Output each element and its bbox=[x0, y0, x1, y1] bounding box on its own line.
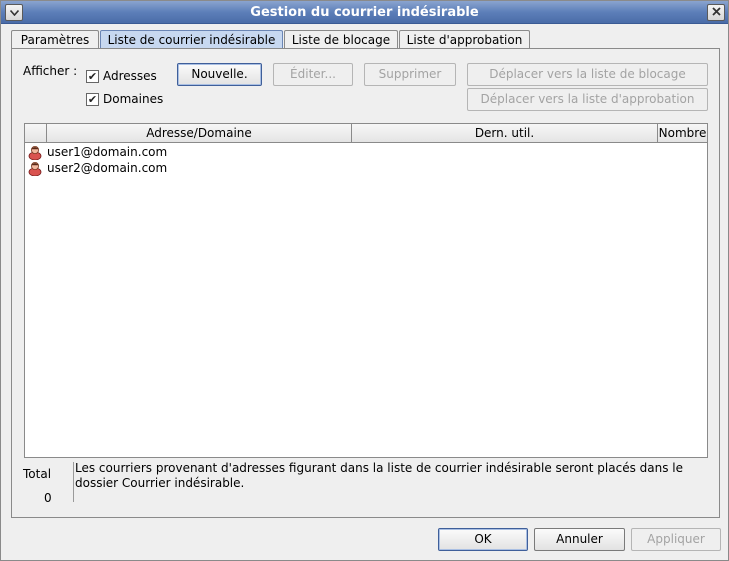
person-icon bbox=[27, 160, 43, 177]
column-header-address[interactable]: Adresse/Domaine bbox=[47, 124, 352, 143]
close-button[interactable] bbox=[707, 4, 725, 21]
tab-junk-list[interactable]: Liste de courrier indésirable bbox=[100, 30, 283, 49]
total-label: Total bbox=[23, 467, 52, 481]
tab-parametres[interactable]: Paramètres bbox=[11, 30, 99, 49]
junk-mail-window: Gestion du courrier indésirable Paramètr… bbox=[0, 0, 729, 561]
close-icon bbox=[711, 7, 721, 18]
tab-block-list[interactable]: Liste de blocage bbox=[284, 30, 398, 49]
table-row[interactable]: user2@domain.com bbox=[27, 160, 168, 177]
tab-approval-list[interactable]: Liste d'approbation bbox=[399, 30, 530, 49]
total-value: 0 bbox=[44, 491, 52, 505]
domains-checkbox[interactable]: ✔ bbox=[86, 93, 99, 106]
info-line-2: dossier Courrier indésirable. bbox=[75, 476, 245, 490]
move-to-block-list-button[interactable]: Déplacer vers la liste de blocage bbox=[467, 63, 708, 86]
row-address: user1@domain.com bbox=[47, 145, 168, 159]
junk-address-table[interactable]: Adresse/Domaine Dern. util. Nombre user1… bbox=[24, 123, 708, 458]
info-text: Les courriers provenant d'adresses figur… bbox=[75, 461, 695, 491]
column-header-icon[interactable] bbox=[25, 124, 47, 143]
move-to-approval-list-button[interactable]: Déplacer vers la liste d'approbation bbox=[467, 88, 708, 111]
show-label: Afficher : bbox=[23, 64, 78, 78]
ok-button[interactable]: OK bbox=[438, 528, 528, 551]
junk-list-panel: Afficher : ✔ Adresses ✔ Domaines Nouvell… bbox=[11, 48, 720, 518]
title-bar[interactable]: Gestion du courrier indésirable bbox=[1, 1, 728, 24]
info-line-1: Les courriers provenant d'adresses figur… bbox=[75, 461, 684, 475]
row-address: user2@domain.com bbox=[47, 161, 168, 175]
footer-divider bbox=[73, 462, 74, 502]
person-icon bbox=[27, 144, 43, 161]
apply-button[interactable]: Appliquer bbox=[631, 528, 721, 551]
addresses-checkbox[interactable]: ✔ bbox=[86, 70, 99, 83]
cancel-button[interactable]: Annuler bbox=[534, 528, 625, 551]
new-button[interactable]: Nouvelle. bbox=[177, 63, 262, 86]
delete-button[interactable]: Supprimer bbox=[364, 63, 456, 86]
domains-label: Domaines bbox=[103, 92, 164, 106]
window-title: Gestion du courrier indésirable bbox=[250, 5, 479, 20]
column-header-last-used[interactable]: Dern. util. bbox=[352, 124, 658, 143]
table-row[interactable]: user1@domain.com bbox=[27, 144, 168, 161]
column-header-count[interactable]: Nombre bbox=[658, 124, 707, 143]
edit-button[interactable]: Éditer... bbox=[273, 63, 353, 86]
addresses-label: Adresses bbox=[103, 69, 157, 83]
